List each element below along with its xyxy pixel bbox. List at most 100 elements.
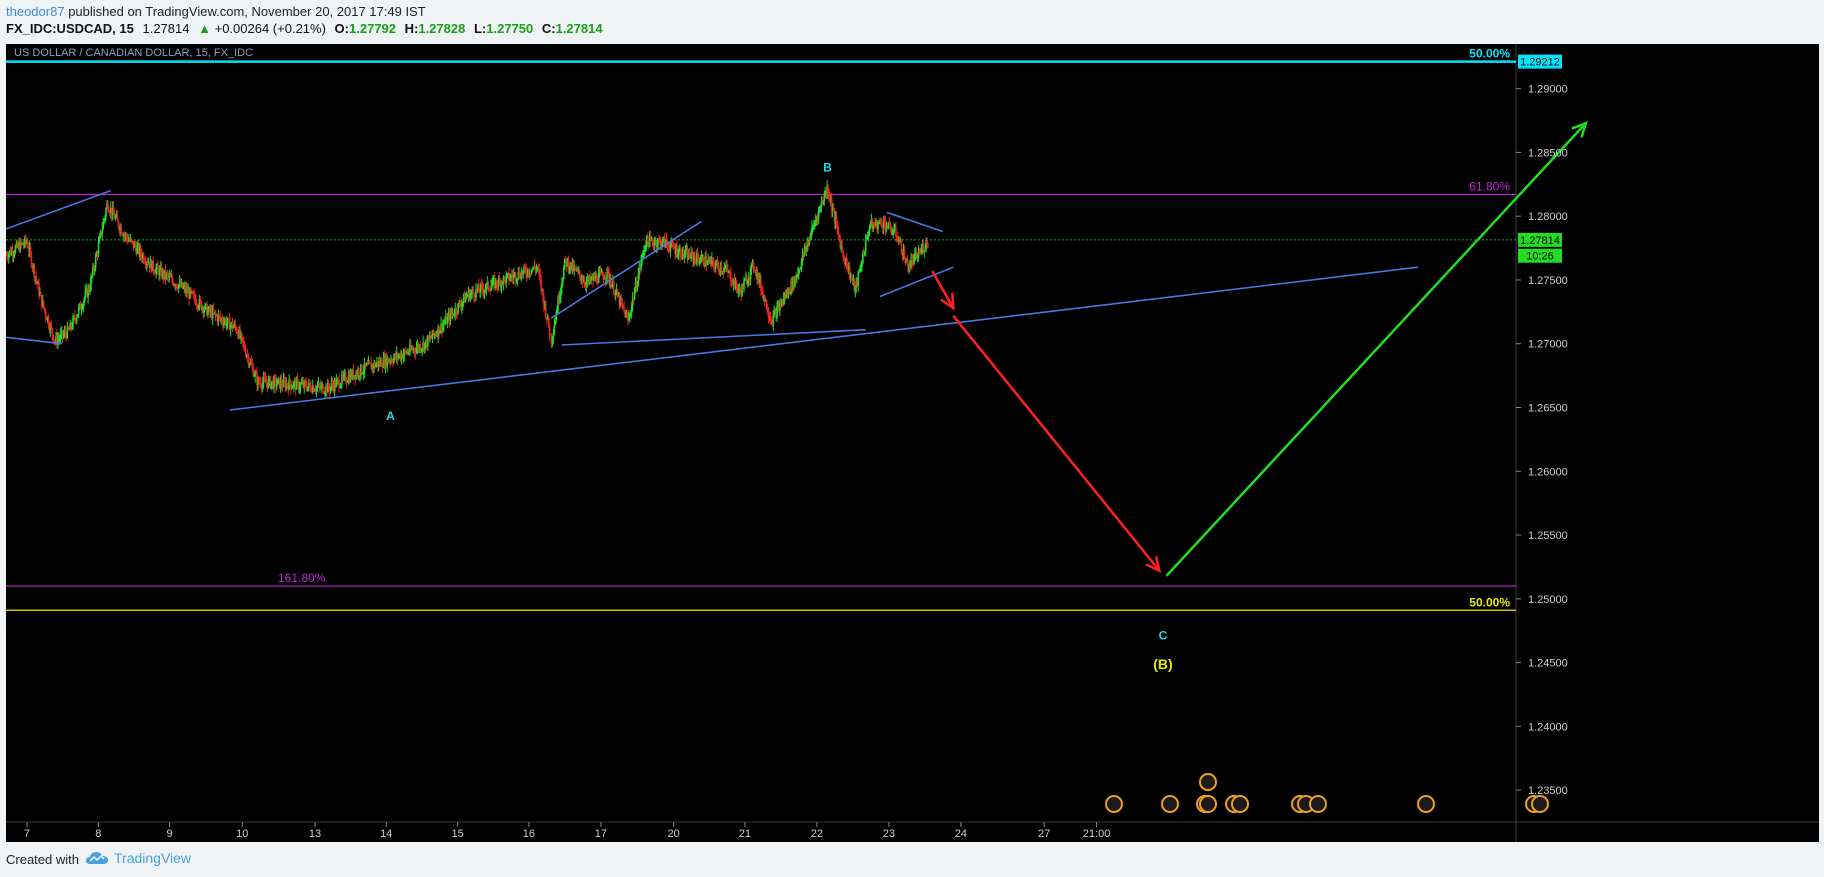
x-tick-label: 17: [595, 828, 607, 840]
candle-body: [553, 325, 556, 334]
trendline[interactable]: [6, 189, 112, 230]
tradingview-brand[interactable]: TradingView: [86, 850, 191, 866]
fib-level-label: 50.00%: [1469, 595, 1510, 609]
event-flag-icon[interactable]: [1309, 795, 1327, 813]
candle-body: [94, 256, 97, 268]
x-tick-label: 24: [955, 828, 967, 840]
candle-body: [579, 271, 581, 276]
candle-body: [702, 256, 705, 265]
event-flag-icon[interactable]: [1231, 795, 1249, 813]
fib-level-label: 61.80%: [1469, 179, 1510, 193]
y-tick-label: 1.28500: [1528, 147, 1568, 159]
y-tick-label: 1.24000: [1528, 721, 1568, 733]
candle-body: [743, 281, 745, 290]
open-value: 1.27792: [349, 21, 396, 36]
x-tick-label: 16: [523, 828, 535, 840]
candle-body: [241, 333, 243, 338]
high-label: H:: [404, 21, 419, 36]
low-value: 1.27750: [486, 21, 534, 36]
trendline[interactable]: [561, 328, 866, 346]
projection-arrow[interactable]: [952, 314, 1161, 572]
candle-body: [895, 227, 897, 237]
y-tick-label: 1.27500: [1528, 275, 1568, 287]
event-flag-icon[interactable]: [1161, 795, 1179, 813]
cloud-icon: [86, 852, 108, 864]
candle-body: [927, 244, 929, 246]
event-flag-icon[interactable]: [1105, 795, 1123, 813]
trendline[interactable]: [879, 266, 954, 298]
y-tick-label: 1.26500: [1528, 402, 1568, 414]
price-change: +0.00264 (+0.21%): [214, 21, 326, 36]
candle-body: [881, 222, 883, 228]
candle-body: [51, 327, 54, 335]
event-flag-icon[interactable]: [1199, 773, 1217, 791]
candle-body: [679, 249, 682, 258]
candle-body: [289, 379, 291, 385]
x-tick-label: 27: [1038, 828, 1050, 840]
y-tick-label: 1.28000: [1528, 211, 1568, 223]
y-tick-label: 1.27000: [1528, 339, 1568, 351]
candle-body: [857, 272, 860, 286]
candle-body: [358, 370, 360, 376]
candle-body: [33, 265, 36, 278]
chart-area[interactable]: 50.00% 61.80% 161.80% 50.00% A B C (B) 1.23500 1.…: [6, 44, 1819, 842]
x-tick-label: 15: [451, 828, 463, 840]
x-tick-label: 21: [739, 828, 751, 840]
price-chart[interactable]: 50.00%61.80%161.80%50.00%ABC(B)1.235001.…: [6, 44, 1819, 842]
x-tick-label: 9: [167, 828, 173, 840]
candle-body: [540, 278, 542, 290]
candle-body: [906, 258, 909, 264]
candle-body: [212, 309, 215, 313]
x-tick-label: 21:00: [1083, 828, 1111, 840]
symbol-label: FX_IDC:USDCAD, 15: [6, 21, 134, 36]
created-with-label: Created with: [6, 852, 79, 867]
wave-label: C: [1159, 629, 1168, 643]
close-label: C:: [541, 21, 556, 36]
fib-level-label: 50.00%: [1469, 47, 1510, 61]
price-axis-badge-label: 10:26: [1526, 251, 1554, 263]
fib-level-label: 161.80%: [278, 571, 326, 585]
candle-body: [837, 228, 840, 235]
publish-line: theodor87 published on TradingView.com, …: [6, 4, 426, 19]
x-tick-label: 14: [380, 828, 392, 840]
candle-body: [52, 334, 54, 341]
candle-body: [753, 268, 756, 270]
y-tick-label: 1.29000: [1528, 84, 1568, 96]
event-flag-icon[interactable]: [1199, 795, 1217, 813]
author-link[interactable]: theodor87: [6, 4, 65, 19]
x-tick-label: 23: [883, 828, 895, 840]
chart-title: US DOLLAR / CANADIAN DOLLAR, 15, FX_IDC: [14, 47, 253, 59]
x-tick-label: 10: [236, 828, 248, 840]
candle-body: [42, 300, 45, 308]
candle-body: [562, 278, 564, 284]
candle-body: [40, 293, 42, 296]
y-tick-label: 1.26000: [1528, 466, 1568, 478]
up-arrow-icon: ▲: [198, 21, 211, 36]
event-flag-icon[interactable]: [1531, 795, 1549, 813]
candle-body: [623, 308, 625, 311]
projection-arrow[interactable]: [1165, 122, 1587, 577]
high-value: 1.27828: [418, 21, 466, 36]
projection-arrow[interactable]: [931, 270, 955, 309]
candle-body: [276, 384, 278, 387]
candle-body: [864, 239, 867, 252]
open-label: O:: [334, 21, 349, 36]
candle-body: [548, 326, 551, 335]
tradingview-label: TradingView: [114, 850, 192, 866]
chart-header: theodor87 published on TradingView.com, …: [0, 0, 1824, 44]
y-tick-label: 1.25000: [1528, 594, 1568, 606]
last-price: 1.27814: [142, 21, 190, 36]
low-label: L:: [473, 21, 487, 36]
y-tick-label: 1.25500: [1528, 530, 1568, 542]
candle-body: [97, 242, 100, 255]
candle-body: [612, 281, 615, 294]
price-axis-badge-label: 1.29212: [1520, 57, 1560, 69]
event-flag-icon[interactable]: [1417, 795, 1435, 813]
x-tick-label: 20: [667, 828, 679, 840]
trendline[interactable]: [229, 266, 1419, 411]
quote-line: FX_IDC:USDCAD, 15 1.27814 ▲ +0.00264 (+0…: [6, 21, 603, 36]
wave-label: B: [823, 161, 832, 175]
x-tick-label: 22: [811, 828, 823, 840]
publish-info: published on TradingView.com, November 2…: [68, 4, 426, 19]
y-tick-label: 1.24500: [1528, 658, 1568, 670]
